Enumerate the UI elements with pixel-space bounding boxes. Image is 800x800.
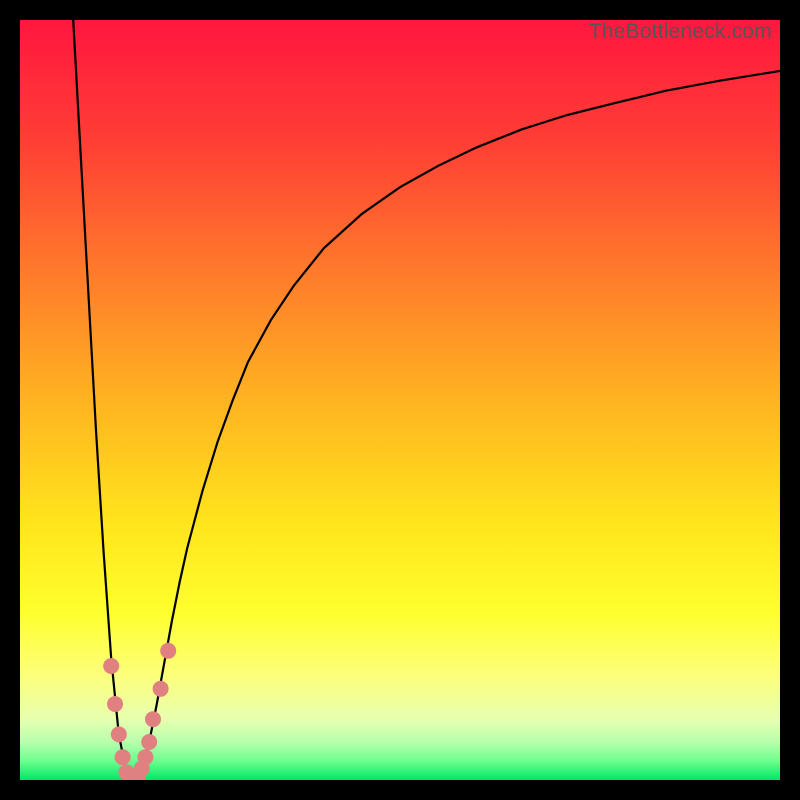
data-point — [141, 734, 157, 750]
watermark-label: TheBottleneck.com — [589, 20, 772, 44]
data-point — [137, 749, 153, 765]
data-point — [160, 643, 176, 659]
data-point — [103, 658, 119, 674]
data-point — [153, 681, 169, 697]
plot-area: TheBottleneck.com — [20, 20, 780, 780]
chart-stage: TheBottleneck.com — [0, 0, 800, 800]
data-point — [111, 726, 127, 742]
data-point — [107, 696, 123, 712]
data-point — [145, 711, 161, 727]
bottleneck-curve — [73, 20, 780, 780]
curve-layer — [20, 20, 780, 780]
data-point — [115, 749, 131, 765]
